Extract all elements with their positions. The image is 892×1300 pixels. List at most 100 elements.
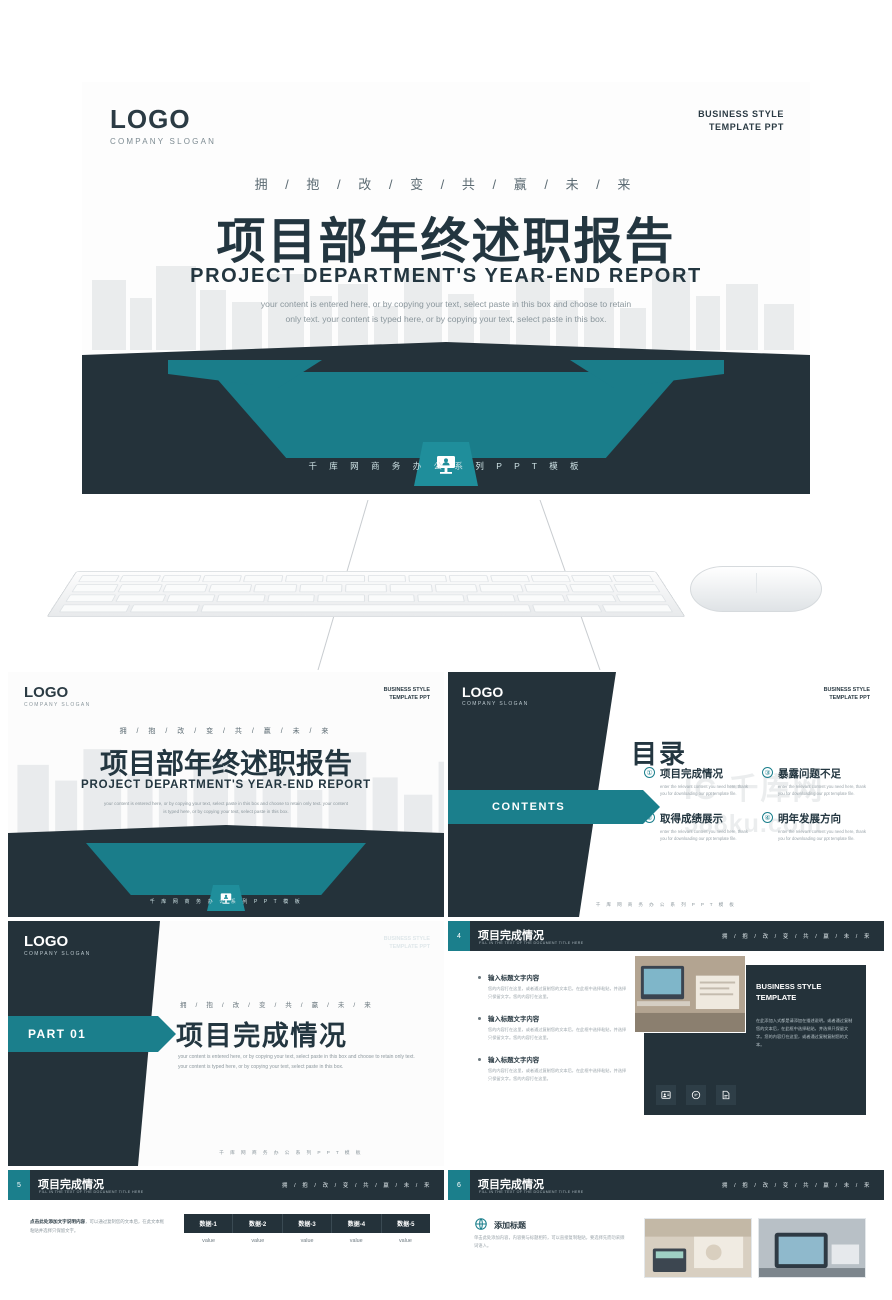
list-item: 输入标题文字内容 您的内容打在这里，或者通过复制您的文本后，在此框中选择粘贴，并… [478, 1014, 628, 1041]
feature-card: BUSINESS STYLE TEMPLATE 在此添加入式都是请添加在描述说明… [634, 955, 866, 1115]
hero-lower-area: 千 库 网 商 务 办 公 系 列 P P T 模 板 [82, 342, 810, 494]
photo-content [645, 1219, 751, 1277]
contents-item[interactable]: ④ 明年发展方向 enter the relevant content you … [762, 811, 868, 842]
table-column-header: 数据-1 [184, 1214, 234, 1233]
item-desc: enter the relevant content you need here… [660, 829, 748, 842]
contents-item[interactable]: ② 取得成绩展示 enter the relevant content you … [644, 811, 750, 842]
table-column-header: 数据-2 [233, 1214, 283, 1233]
header-line-2: TEMPLATE PPT [389, 944, 430, 951]
tablet-desk-photo [758, 1218, 866, 1278]
bullet-heading: 输入标题文字内容 [478, 973, 628, 982]
page-number: 5 [8, 1170, 30, 1200]
header-right: BUSINESS STYLE TEMPLATE PPT [384, 935, 430, 951]
item-heading: 取得成绩展示 [660, 813, 723, 826]
bullet-list: 输入标题文字内容 您的内容打在这里，或者通过复制您的文本后，在此框中选择粘贴，并… [478, 973, 628, 1096]
hero-slide: LOGO COMPANY SLOGAN BUSINESS STYLE TEMPL… [82, 82, 810, 494]
mouse-image [690, 566, 822, 612]
logo-slogan: COMPANY SLOGAN [462, 701, 529, 707]
page-number: 4 [448, 921, 470, 951]
slide-subtitle: FILL IN THE TEXT OF THE DOCUMENT TITLE H… [479, 941, 584, 945]
part-tab[interactable]: PART 01 [8, 1016, 176, 1052]
bullet-heading: 输入标题文字内容 [478, 1014, 628, 1023]
logo-slogan: COMPANY SLOGAN [24, 702, 91, 708]
slide-kicker: 拥 / 抱 / 改 / 变 / 共 / 赢 / 未 / 来 [722, 1183, 872, 1189]
item-desc: enter the relevant content you need here… [778, 829, 866, 842]
keyboard-image [46, 571, 686, 618]
card-title-line-1: BUSINESS STYLE [756, 982, 822, 991]
logo-text: LOGO [24, 684, 69, 701]
cover-title-cn: 项目部年终述职报告 [99, 748, 352, 779]
data-table: 数据-1 数据-2 数据-3 数据-4 数据-5 value value val… [184, 1214, 430, 1249]
header-line-1: BUSINESS STYLE [383, 687, 430, 693]
logo-block: LOGO COMPANY SLOGAN [110, 104, 216, 146]
hero-footer: 千 库 网 商 务 办 公 系 列 P P T 模 板 [308, 461, 584, 471]
support-glyph [691, 1090, 701, 1100]
edit-document-glyph [722, 1090, 730, 1100]
table-row: value value value value value [184, 1233, 430, 1249]
bullet-desc: 您的内容打在这里，或者通过复制您的文本后，在此框中选择粘贴，并选择只保留文字。您… [488, 986, 627, 999]
cover-paragraph: your content is entered here, or by copy… [103, 801, 349, 815]
support-24-7-icon[interactable] [686, 1085, 706, 1105]
slide-subtitle: FILL IN THE TEXT OF THE DOCUMENT TITLE H… [39, 1190, 144, 1194]
globe-icon [475, 1218, 487, 1230]
table-cell: value [398, 1238, 412, 1244]
bullet-heading: 输入标题文字内容 [478, 1055, 628, 1064]
header-right: BUSINESS STYLE TEMPLATE PPT [698, 108, 784, 134]
table-column-header: 数据-5 [397, 1222, 415, 1228]
section-divider-slide[interactable]: LOGO COMPANY SLOGAN BUSINESS STYLE TEMPL… [8, 921, 444, 1166]
table-column-header: 数据-4 [332, 1214, 382, 1233]
divider-title: 项目完成情况 [176, 1021, 348, 1051]
slide-top-bar: 5 项目完成情况 FILL IN THE TEXT OF THE DOCUMEN… [8, 1170, 444, 1200]
contents-item[interactable]: ③ 暴露问题不足 enter the relevant content you … [762, 766, 868, 797]
divider-footer: 千 库 网 商 务 办 公 系 列 P P T 模 板 [219, 1151, 363, 1156]
content-slide-6[interactable]: 6 项目完成情况 FILL IN THE TEXT OF THE DOCUMEN… [448, 1170, 884, 1300]
logo-text: LOGO [110, 104, 191, 134]
table-cell: value [251, 1238, 265, 1244]
cover-kicker: 拥 / 抱 / 改 / 变 / 共 / 赢 / 未 / 来 [119, 728, 333, 735]
header-line-1: BUSINESS STYLE [383, 936, 430, 942]
contents-item[interactable]: ① 项目完成情况 enter the relevant content you … [644, 766, 750, 797]
contact-card-icon[interactable] [656, 1085, 676, 1105]
slide-top-bar: 4 项目完成情况 FILL IN THE TEXT OF THE DOCUMEN… [448, 921, 884, 951]
bullet-desc: 您的内容打在这里，或者通过复制您的文本后，在此框中选择粘贴，并选择只保留文字。您… [488, 1027, 627, 1040]
photo-content [759, 1219, 865, 1277]
laptop-desk-photo [634, 955, 746, 1033]
table-header-row: 数据-1 数据-2 数据-3 数据-4 数据-5 [184, 1214, 430, 1233]
contents-grid: ① 项目完成情况 enter the relevant content you … [644, 766, 868, 843]
hero-paragraph: your content is entered here, or by copy… [260, 299, 632, 325]
table-cell: value [300, 1238, 314, 1244]
item-desc: enter the relevant content you need here… [778, 784, 866, 797]
card-icon-row [656, 1085, 736, 1105]
slide-kicker: 拥 / 抱 / 改 / 变 / 共 / 赢 / 未 / 来 [722, 934, 872, 940]
divider-paragraph: your content is entered here, or by copy… [178, 1054, 415, 1070]
header-line-1: BUSINESS STYLE [823, 687, 870, 693]
device-mockups [0, 500, 892, 670]
item-desc: enter the relevant content you need here… [660, 784, 748, 797]
contents-tab[interactable]: CONTENTS [448, 790, 660, 824]
item-heading: 明年发展方向 [778, 813, 841, 826]
contact-card-glyph [661, 1091, 671, 1099]
header-line-2: TEMPLATE PPT [708, 122, 784, 133]
divider-kicker: 拥 / 抱 / 改 / 变 / 共 / 赢 / 未 / 来 [180, 1002, 375, 1009]
list-item: 输入标题文字内容 您的内容打在这里，或者通过复制您的文本后，在此框中选择粘贴，并… [478, 1055, 628, 1082]
table-column-header: 数据-3 [283, 1214, 333, 1233]
contents-footer: 千 库 网 商 务 办 公 系 列 P P T 模 板 [595, 902, 737, 907]
note-text: 点击此处添加文字说明内容，可以通过复制您的文本后，在此文本框粘贴并选择只保留文字… [30, 1218, 166, 1235]
section-heading: 添加标题 [494, 1221, 526, 1230]
item-number: ③ [762, 767, 773, 778]
content-slide-4[interactable]: 4 项目完成情况 FILL IN THE TEXT OF THE DOCUMEN… [448, 921, 884, 1166]
card-desc: 在此添加入式都是请添加在描述说明。或者通过复制您的文本后，在此框中选择粘贴，并选… [756, 1018, 853, 1047]
hero-upper-area: LOGO COMPANY SLOGAN BUSINESS STYLE TEMPL… [82, 82, 810, 350]
contents-slide[interactable]: LOGO COMPANY SLOGAN BUSINESS STYLE TEMPL… [448, 672, 884, 917]
content-slide-5[interactable]: 5 项目完成情况 FILL IN THE TEXT OF THE DOCUMEN… [8, 1170, 444, 1300]
header-line-2: TEMPLATE PPT [829, 695, 870, 702]
vee-wings-shape [168, 360, 724, 388]
slide-subtitle: FILL IN THE TEXT OF THE DOCUMENT TITLE H… [479, 1190, 584, 1194]
logo-text: LOGO [462, 684, 504, 700]
cover-slide[interactable]: LOGO COMPANY SLOGAN BUSINESS STYLE TEMPL… [8, 672, 444, 917]
hero-title-cn: 项目部年终述职报告 [216, 215, 676, 269]
edit-document-icon[interactable] [716, 1085, 736, 1105]
hero-kicker: 拥 / 抱 / 改 / 变 / 共 / 赢 / 未 / 来 [254, 177, 638, 192]
table-cell: value [349, 1238, 363, 1244]
logo-slogan: COMPANY SLOGAN [110, 137, 217, 146]
